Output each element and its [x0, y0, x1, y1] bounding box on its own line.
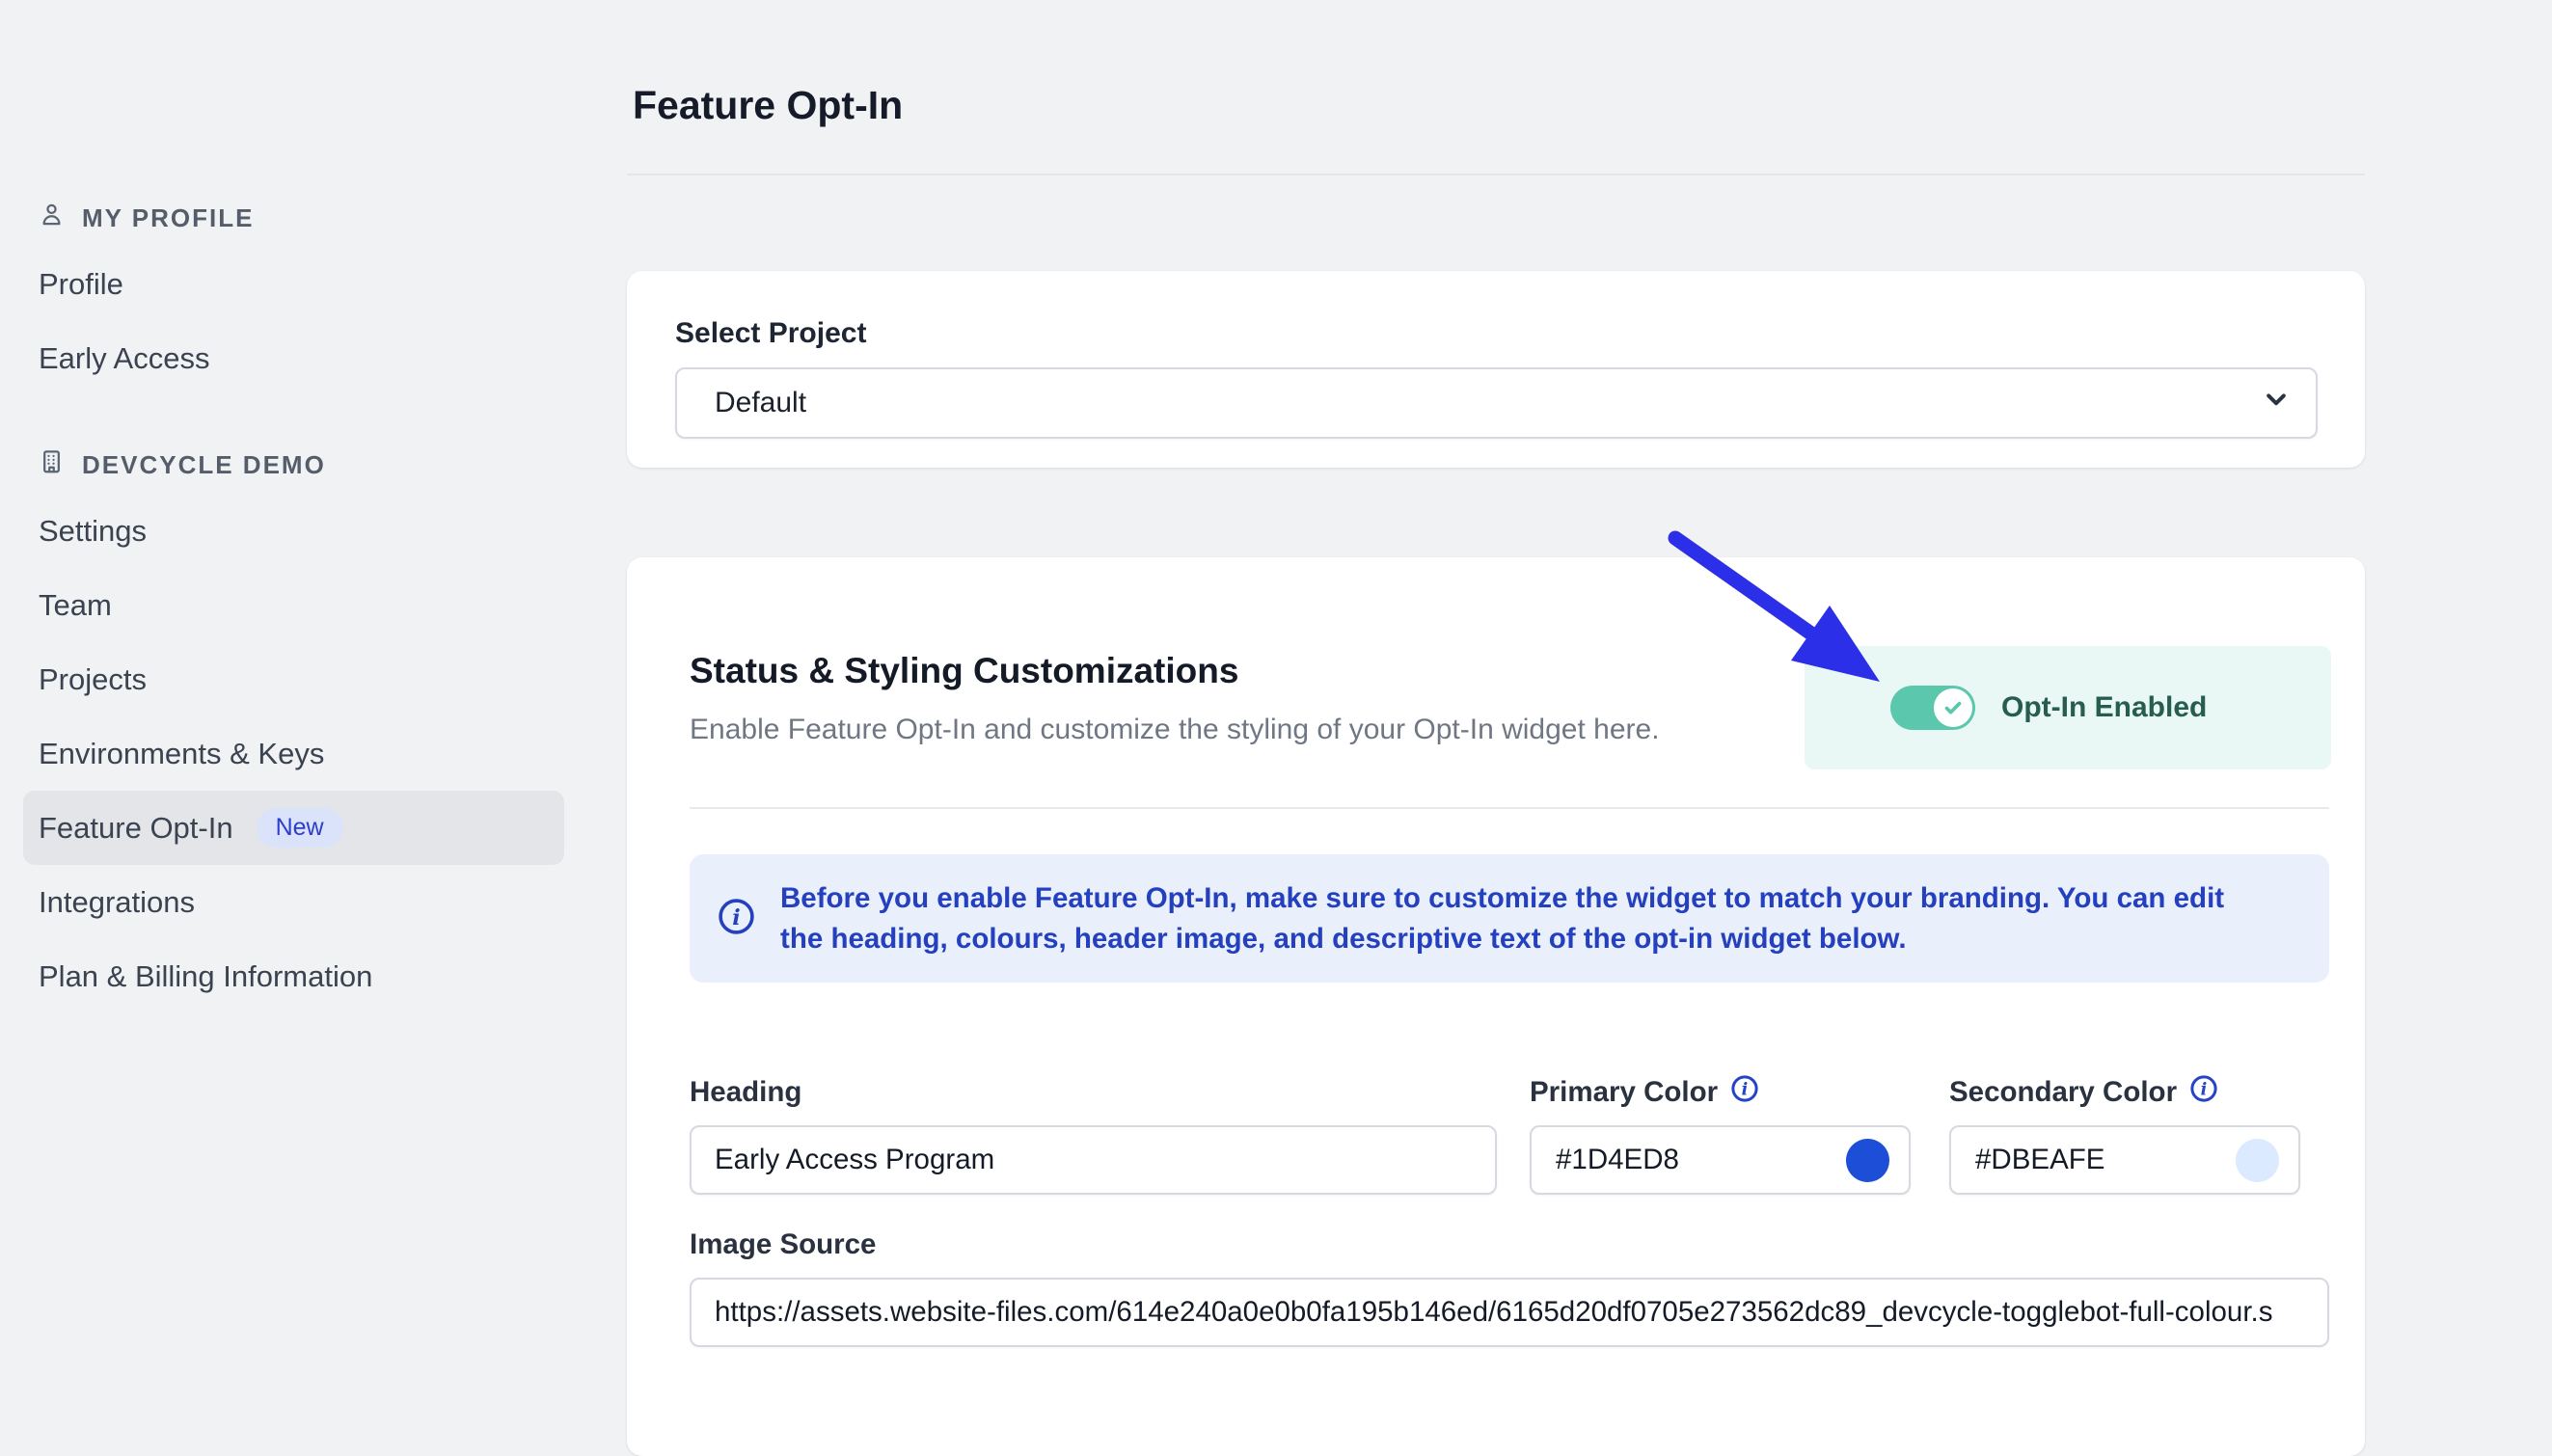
- select-project-card: Select Project Default: [627, 271, 2365, 468]
- sidebar-item-feature-opt-in[interactable]: Feature Opt-In New: [23, 791, 564, 865]
- styling-fields-row: Heading Primary Color i #1D4ED8: [690, 1076, 2329, 1195]
- secondary-color-label: Secondary Color: [1949, 1076, 2177, 1109]
- svg-text:i: i: [2201, 1081, 2208, 1100]
- info-icon[interactable]: i: [2189, 1074, 2218, 1111]
- title-divider: [627, 174, 2365, 175]
- sidebar-section-gap: [23, 395, 564, 436]
- sidebar-item-label: Plan & Billing Information: [39, 959, 372, 994]
- page-title: Feature Opt-In: [633, 83, 2365, 128]
- heading-field-group: Heading: [690, 1076, 1497, 1195]
- sidebar-item-team[interactable]: Team: [23, 568, 564, 642]
- secondary-color-field-group: Secondary Color i #DBEAFE: [1949, 1076, 2300, 1195]
- primary-color-field-group: Primary Color i #1D4ED8: [1530, 1076, 1911, 1195]
- sidebar-item-label: Projects: [39, 662, 147, 697]
- svg-text:i: i: [1742, 1081, 1749, 1100]
- info-banner-text: Before you enable Feature Opt-In, make s…: [780, 878, 2270, 959]
- sidebar-item-label: Environments & Keys: [39, 737, 324, 771]
- sidebar-item-label: Feature Opt-In: [39, 811, 233, 846]
- info-banner: i Before you enable Feature Opt-In, make…: [690, 854, 2329, 983]
- primary-color-input[interactable]: #1D4ED8: [1530, 1125, 1911, 1195]
- primary-color-swatch[interactable]: [1846, 1139, 1889, 1182]
- sidebar-item-projects[interactable]: Projects: [23, 642, 564, 716]
- sidebar-item-settings[interactable]: Settings: [23, 494, 564, 568]
- primary-color-label: Primary Color: [1530, 1076, 1718, 1109]
- sidebar: MY PROFILE Profile Early Access DEVCYCLE…: [23, 189, 564, 1013]
- sidebar-item-label: Early Access: [39, 341, 209, 376]
- image-source-label: Image Source: [690, 1228, 2329, 1261]
- opt-in-status-panel: Opt-In Enabled: [1805, 646, 2331, 769]
- card-subtitle: Enable Feature Opt-In and customize the …: [690, 713, 1799, 747]
- info-icon[interactable]: i: [1730, 1074, 1759, 1111]
- primary-color-value: #1D4ED8: [1556, 1144, 1679, 1176]
- sidebar-item-label: Integrations: [39, 885, 195, 920]
- new-badge: New: [257, 808, 343, 848]
- chevron-down-icon: [2260, 383, 2293, 423]
- building-icon: [39, 448, 65, 481]
- status-styling-card: Opt-In Enabled Status & Styling Customiz…: [627, 557, 2365, 1456]
- sidebar-section-label: MY PROFILE: [82, 203, 254, 233]
- sidebar-item-profile[interactable]: Profile: [23, 247, 564, 321]
- secondary-color-input[interactable]: #DBEAFE: [1949, 1125, 2300, 1195]
- main-content: Feature Opt-In Select Project Default: [627, 0, 2365, 1456]
- project-select-value: Default: [715, 387, 806, 419]
- select-project-label: Select Project: [675, 316, 2318, 351]
- toggle-knob: [1934, 688, 1972, 727]
- sidebar-section-label: DEVCYCLE DEMO: [82, 450, 326, 480]
- sidebar-item-label: Settings: [39, 514, 147, 549]
- project-select[interactable]: Default: [675, 367, 2318, 439]
- heading-label: Heading: [690, 1076, 1497, 1109]
- heading-input[interactable]: [690, 1125, 1497, 1195]
- user-icon: [39, 202, 65, 234]
- sidebar-item-integrations[interactable]: Integrations: [23, 865, 564, 939]
- card-divider: [690, 807, 2329, 809]
- sidebar-section-my-profile: MY PROFILE: [23, 189, 564, 247]
- opt-in-toggle[interactable]: [1890, 686, 1975, 730]
- secondary-color-swatch[interactable]: [2236, 1139, 2279, 1182]
- info-icon: i: [717, 897, 756, 941]
- sidebar-item-plan-billing[interactable]: Plan & Billing Information: [23, 939, 564, 1013]
- svg-text:i: i: [732, 905, 740, 930]
- sidebar-item-label: Team: [39, 588, 112, 623]
- sidebar-item-early-access[interactable]: Early Access: [23, 321, 564, 395]
- opt-in-toggle-label: Opt-In Enabled: [2001, 691, 2207, 724]
- image-source-input[interactable]: [690, 1278, 2329, 1347]
- sidebar-item-environments-keys[interactable]: Environments & Keys: [23, 716, 564, 791]
- sidebar-item-label: Profile: [39, 267, 123, 302]
- secondary-color-value: #DBEAFE: [1975, 1144, 2104, 1176]
- check-icon: [1941, 695, 1966, 720]
- image-source-field-group: Image Source: [690, 1228, 2329, 1347]
- sidebar-section-devcycle-demo: DEVCYCLE DEMO: [23, 436, 564, 494]
